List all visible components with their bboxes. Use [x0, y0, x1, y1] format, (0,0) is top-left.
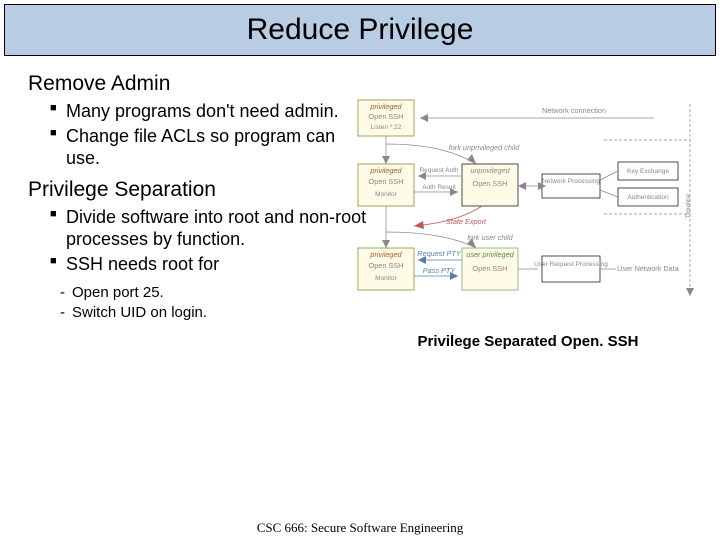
heading-remove-admin: Remove Admin: [28, 72, 372, 96]
svg-text:User Request Processing: User Request Processing: [534, 261, 608, 268]
svg-text:Monitor: Monitor: [375, 275, 398, 282]
svg-text:Authentication: Authentication: [627, 194, 669, 201]
heading-priv-sep: Privilege Separation: [28, 178, 372, 202]
svg-text:Open SSH: Open SSH: [369, 112, 404, 121]
svg-text:privileged: privileged: [369, 102, 402, 111]
svg-text:State Export: State Export: [446, 217, 487, 226]
subbullets-priv-sep: Open port 25. Switch UID on login.: [32, 283, 372, 322]
subbullet: Open port 25.: [60, 283, 372, 303]
bullets-remove-admin: Many programs don't need admin. Change f…: [32, 100, 372, 170]
svg-text:Open SSH: Open SSH: [369, 177, 404, 186]
diagram-openssh: privileged Open SSH Listen *:22 Network …: [354, 96, 702, 312]
diagram-caption: Privilege Separated Open. SSH: [354, 333, 702, 350]
slide-title: Reduce Privilege: [4, 4, 716, 56]
bullets-priv-sep: Divide software into root and non-root p…: [32, 206, 372, 276]
svg-text:Open SSH: Open SSH: [473, 264, 508, 273]
mid-arrows: State Export fork user child: [382, 206, 514, 248]
row1: privileged Open SSH Listen *:22 Network …: [358, 100, 654, 136]
svg-text:Monitor: Monitor: [375, 191, 398, 198]
svg-text:Request PTY: Request PTY: [417, 249, 462, 258]
svg-text:Pass PTY: Pass PTY: [423, 266, 457, 275]
bullet: SSH needs root for: [50, 253, 372, 276]
svg-text:Timeline: Timeline: [685, 193, 692, 218]
svg-text:User Network Data: User Network Data: [617, 264, 680, 273]
svg-text:Open SSH: Open SSH: [369, 261, 404, 270]
svg-text:Listen *:22: Listen *:22: [371, 124, 402, 131]
svg-text:fork user child: fork user child: [467, 233, 513, 242]
row2: privileged Open SSH Monitor unprivileged…: [358, 162, 678, 206]
subbullet: Switch UID on login.: [60, 303, 372, 323]
svg-text:Auth Result: Auth Result: [422, 184, 456, 191]
slide-footer: CSC 666: Secure Software Engineering: [0, 520, 720, 536]
fork-unpriv-child: fork unprivileged child: [382, 136, 520, 164]
svg-text:Network connection: Network connection: [542, 106, 606, 115]
svg-text:user privileged: user privileged: [466, 250, 514, 259]
svg-text:Network Processing: Network Processing: [542, 178, 600, 185]
bullet: Change file ACLs so program can use.: [50, 125, 372, 170]
svg-text:fork unprivileged child: fork unprivileged child: [449, 143, 521, 152]
svg-text:unprivileged: unprivileged: [470, 166, 510, 175]
bullet: Many programs don't need admin.: [50, 100, 372, 123]
svg-text:Open SSH: Open SSH: [473, 179, 508, 188]
svg-text:privileged: privileged: [369, 166, 402, 175]
bullet: Divide software into root and non-root p…: [50, 206, 372, 251]
row3: privileged Open SSH Monitor user privile…: [358, 248, 680, 290]
svg-text:Request Auth: Request Auth: [419, 167, 458, 174]
svg-text:privileged: privileged: [369, 250, 402, 259]
svg-text:Key Exchange: Key Exchange: [627, 168, 669, 175]
